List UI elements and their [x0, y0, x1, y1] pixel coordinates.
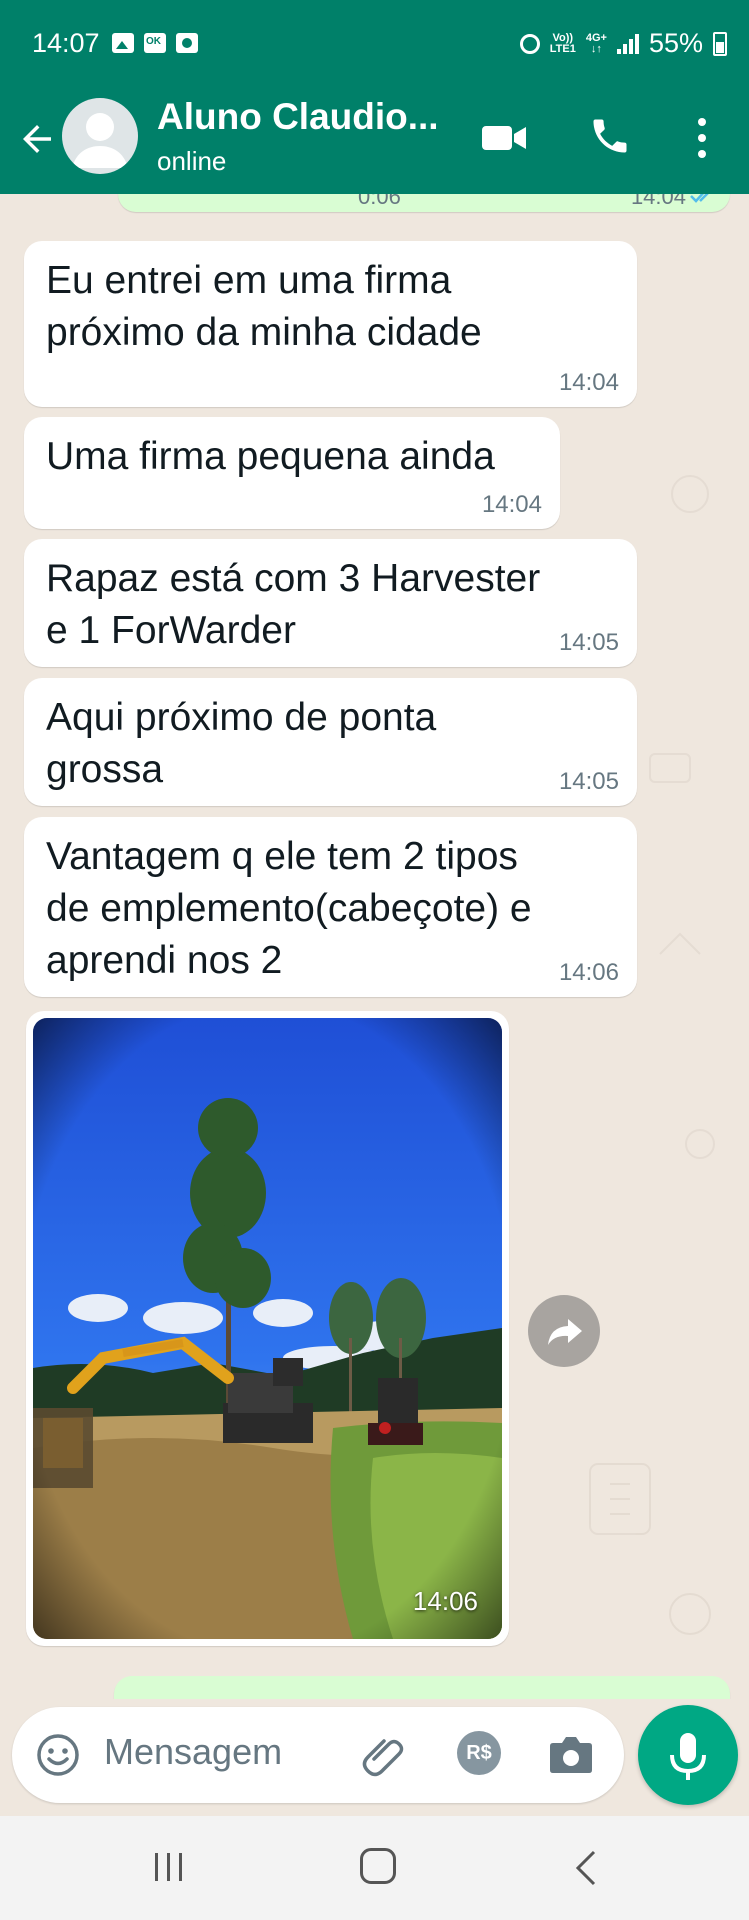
system-icons: Vo)) LTE1 4G+ ↓↑ 55%: [519, 28, 727, 59]
partial-bubble-duration: 0:06: [358, 194, 401, 209]
notification-icons: [112, 33, 198, 53]
message-time: 14:05: [558, 629, 619, 656]
message-composer[interactable]: Mensagem R$: [12, 1707, 624, 1803]
alarm-icon: [519, 33, 540, 54]
status-bar: 14:07 Vo)) LTE1 4G+ ↓↑ 55%: [0, 0, 749, 88]
battery-icon: [713, 31, 727, 56]
avatar[interactable]: [62, 98, 138, 174]
message-line: de emplemento(cabeçote) e: [46, 887, 532, 930]
video-call-icon[interactable]: [480, 118, 528, 158]
message-bubble[interactable]: Rapaz está com 3 Harvester e 1 ForWarder…: [24, 539, 637, 667]
message-line: aprendi nos 2: [46, 939, 283, 982]
partial-outgoing-bubble[interactable]: 0:06 14:04: [118, 194, 730, 212]
message-line: Rapaz está com 3 Harvester: [46, 557, 541, 600]
chat-header: Aluno Claudio... online: [0, 88, 749, 194]
message-time: 14:06: [558, 959, 619, 986]
emoji-icon[interactable]: [34, 1731, 82, 1779]
message-time: 14:04: [481, 491, 542, 518]
image-time: 14:06: [412, 1586, 478, 1616]
key-icon: [144, 33, 166, 53]
image-icon: [112, 33, 134, 53]
volte-bottom: LTE1: [549, 42, 576, 55]
contact-status: online: [157, 146, 227, 176]
attach-icon[interactable]: [358, 1729, 408, 1779]
default-avatar-icon: [72, 113, 128, 168]
message-line: próximo da minha cidade: [46, 311, 482, 354]
signal-icon: [616, 33, 639, 54]
record-icon: [176, 33, 198, 53]
back-arrow-icon[interactable]: [16, 118, 58, 160]
network-indicator: 4G+ ↓↑: [586, 32, 607, 55]
message-list[interactable]: 0:06 14:04 Eu entrei em uma firma próxim…: [0, 194, 749, 1699]
phone-icon[interactable]: [588, 114, 632, 158]
message-line: Eu entrei em uma firma: [46, 259, 452, 302]
nav-back-icon[interactable]: [572, 1848, 600, 1888]
recents-icon[interactable]: [152, 1850, 186, 1884]
read-receipt-icon: [690, 194, 709, 203]
forward-button[interactable]: [528, 1295, 600, 1367]
partial-outgoing-bubble[interactable]: [114, 1676, 730, 1699]
status-time: 14:07: [32, 28, 100, 58]
message-bubble[interactable]: Uma firma pequena ainda 14:04: [24, 417, 560, 529]
message-text: Eu entrei em uma firma próximo da minha …: [46, 255, 482, 359]
message-time: 14:05: [558, 768, 619, 795]
payment-icon[interactable]: R$: [457, 1731, 501, 1775]
message-text: Uma firma pequena ainda: [46, 431, 495, 483]
message-bubble[interactable]: Eu entrei em uma firma próximo da minha …: [24, 241, 637, 407]
message-line: e 1 ForWarder: [46, 609, 296, 652]
photo-illustration: [33, 1018, 502, 1639]
system-nav-bar: [0, 1816, 749, 1920]
message-line: Uma firma pequena ainda: [46, 435, 495, 478]
message-bubble[interactable]: Vantagem q ele tem 2 tipos de emplemento…: [24, 817, 637, 997]
message-line: grossa: [46, 748, 164, 791]
forward-icon: [548, 1319, 582, 1345]
volte-indicator: Vo)) LTE1: [549, 32, 576, 55]
message-line: Vantagem q ele tem 2 tipos: [46, 835, 518, 878]
mic-icon: [670, 1733, 706, 1780]
camera-icon[interactable]: [547, 1731, 595, 1777]
message-text: Aqui próximo de ponta grossa: [46, 692, 436, 796]
partial-bubble-time: 14:04: [630, 194, 686, 209]
message-line: Aqui próximo de ponta: [46, 696, 437, 739]
mic-button[interactable]: [638, 1705, 738, 1805]
contact-name[interactable]: Aluno Claudio...: [157, 96, 439, 138]
more-vert-icon[interactable]: [686, 110, 718, 166]
message-time: 14:04: [558, 369, 619, 396]
forestry-harvester-photo[interactable]: 14:06: [33, 1018, 502, 1639]
network-activity: ↓↑: [590, 42, 602, 55]
message-text: Rapaz está com 3 Harvester e 1 ForWarder: [46, 553, 540, 657]
message-bubble[interactable]: Aqui próximo de ponta grossa 14:05: [24, 678, 637, 806]
image-message[interactable]: 14:06: [26, 1011, 509, 1646]
home-icon[interactable]: [360, 1848, 396, 1884]
message-input[interactable]: Mensagem: [104, 1731, 282, 1773]
battery-percent: 55%: [648, 28, 703, 58]
message-text: Vantagem q ele tem 2 tipos de emplemento…: [46, 831, 532, 987]
